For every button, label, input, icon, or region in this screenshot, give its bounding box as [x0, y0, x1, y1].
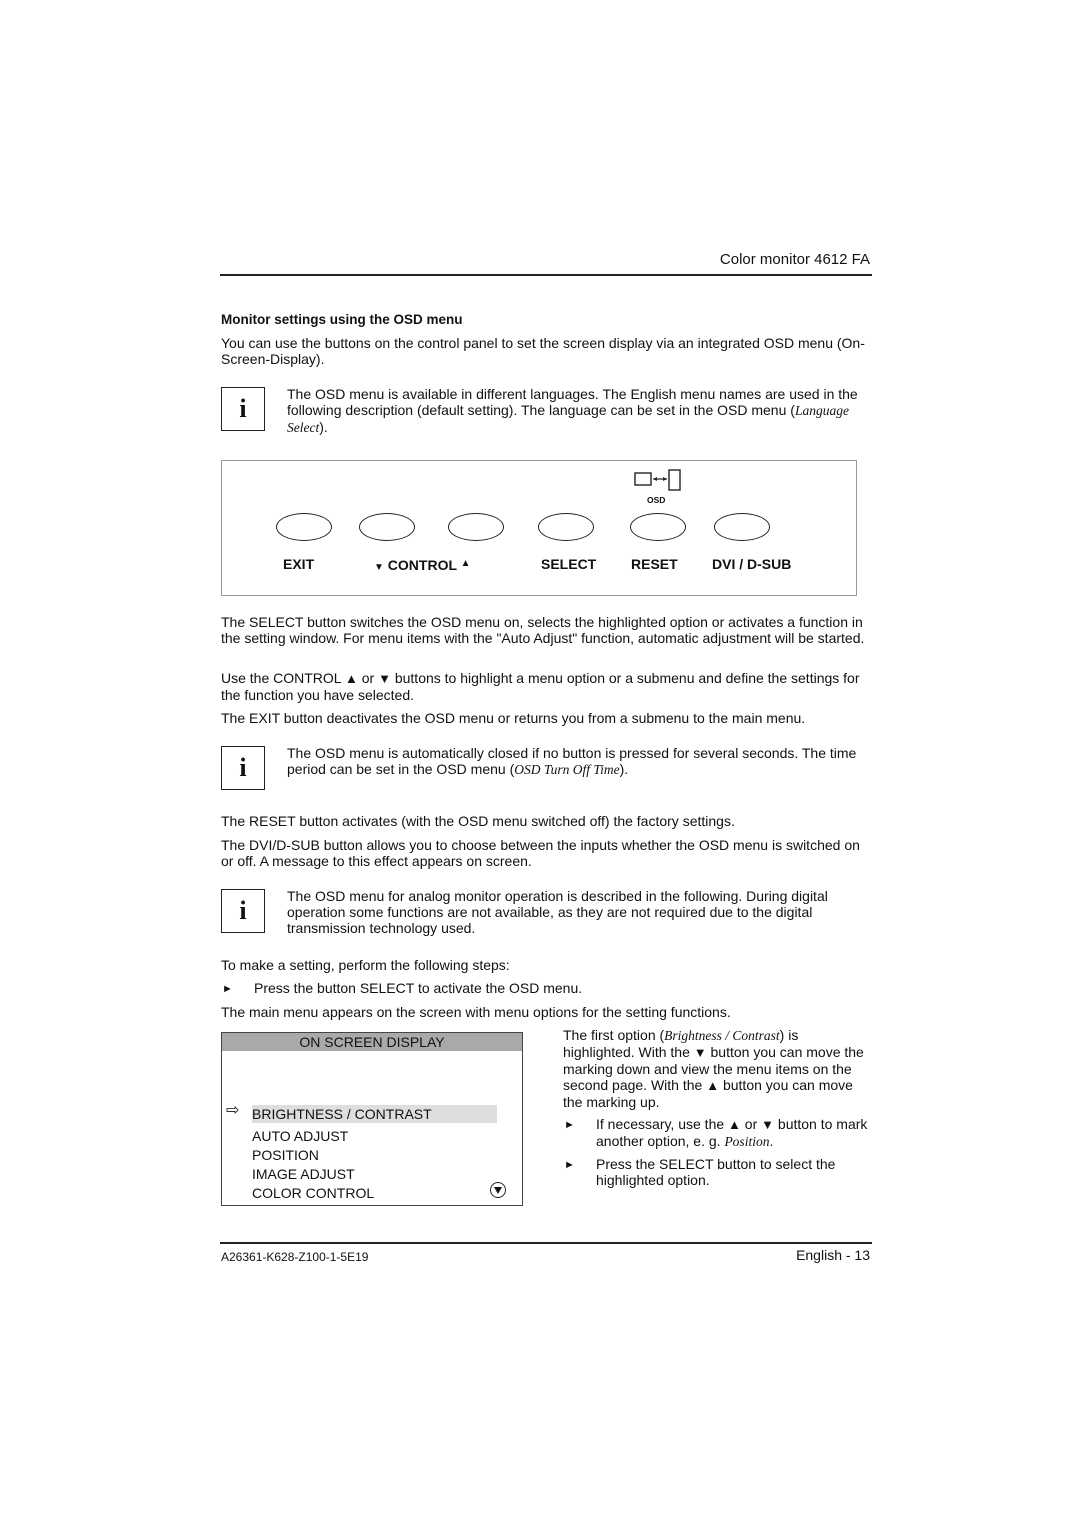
triangle-up-icon: ▲: [728, 1117, 741, 1132]
select-label: SELECT: [541, 556, 597, 572]
triangle-down-icon: ▼: [693, 1045, 707, 1060]
first-option-paragraph: The first option (Brightness / Contrast)…: [563, 1027, 864, 1110]
italic-position: Position: [724, 1134, 770, 1149]
bullet-icon: ►: [222, 983, 233, 995]
osd-item-color-control[interactable]: COLOR CONTROL: [252, 1184, 374, 1202]
control-label: ▼ CONTROL ▲: [374, 556, 471, 576]
control-paragraph: Use the CONTROL ▲ or ▼ buttons to highli…: [221, 670, 873, 703]
exit-label: EXIT: [283, 556, 315, 572]
info-icon: i: [221, 387, 265, 431]
running-header-title: Color monitor 4612 FA: [719, 251, 870, 268]
exit-button[interactable]: [276, 513, 332, 541]
osd-label: OSD: [647, 495, 666, 505]
section-heading: Monitor settings using the OSD menu: [221, 312, 463, 327]
select-paragraph: The SELECT button switches the OSD menu …: [221, 614, 865, 646]
select-button[interactable]: [538, 513, 594, 541]
bullet-icon: ►: [564, 1119, 575, 1131]
control-up-button[interactable]: [448, 513, 504, 541]
osd-menu-title: ON SCREEN DISPLAY: [222, 1033, 522, 1051]
control-text-b: or: [357, 670, 379, 686]
note-language: The OSD menu is available in different l…: [287, 386, 867, 436]
reset-label: RESET: [631, 556, 678, 572]
info-icon: i: [221, 746, 265, 790]
control-down-button[interactable]: [359, 513, 415, 541]
dvi-paragraph: The DVI/D-SUB button allows you to choos…: [221, 837, 860, 869]
note-tail: ).: [319, 419, 328, 435]
page-number: English - 13: [796, 1247, 870, 1263]
footer-rule: [220, 1242, 872, 1244]
step-1: Press the button SELECT to activate the …: [254, 980, 583, 996]
control-text: CONTROL: [387, 557, 457, 573]
header-rule: [220, 274, 872, 276]
steps-intro: To make a setting, perform the following…: [221, 957, 510, 973]
document-id: A26361-K628-Z100-1-5E19: [221, 1250, 369, 1264]
osd-item-position[interactable]: POSITION: [252, 1146, 319, 1164]
osd-item-image-adjust[interactable]: IMAGE ADJUST: [252, 1165, 355, 1183]
osd-main-menu: ON SCREEN DISPLAY ⇨ BRIGHTNESS / CONTRAS…: [221, 1032, 523, 1206]
osd-item-auto-adjust[interactable]: AUTO ADJUST: [252, 1127, 348, 1145]
triangle-up-icon: ▲: [460, 558, 471, 569]
osd-item-brightness-contrast[interactable]: BRIGHTNESS / CONTRAST: [252, 1105, 497, 1123]
triangle-down-icon: ▼: [378, 671, 391, 686]
note-turn-off: The OSD menu is automatically closed if …: [287, 745, 867, 778]
triangle-down-icon: ▼: [374, 562, 384, 573]
bullet-press-select: Press the SELECT button to select the hi…: [596, 1156, 836, 1188]
intro-paragraph: You can use the buttons on the control p…: [221, 335, 865, 367]
triangle-up-icon: ▲: [344, 671, 358, 686]
pointer-arrow-icon: ⇨: [226, 1102, 240, 1119]
info-icon: i: [221, 889, 265, 933]
scroll-down-icon[interactable]: [490, 1182, 506, 1198]
note-analog: The OSD menu for analog monitor operatio…: [287, 888, 828, 936]
triangle-up-icon: ▲: [706, 1078, 720, 1093]
reset-button[interactable]: [630, 513, 686, 541]
exit-paragraph: The EXIT button deactivates the OSD menu…: [221, 710, 806, 726]
reset-paragraph: The RESET button activates (with the OSD…: [221, 813, 735, 829]
note-italic: OSD Turn Off Time: [514, 762, 620, 777]
control-text-a: Use the CONTROL: [221, 670, 345, 686]
bullet-mark-option: If necessary, use the ▲ or ▼ button to m…: [596, 1116, 868, 1149]
note-tail: ).: [619, 761, 629, 777]
bullet-icon: ►: [564, 1159, 575, 1171]
control-panel-diagram: OSD EXIT ▼ CONTROL ▲ SELECT RESET DVI / …: [221, 460, 857, 596]
triangle-down-icon: ▼: [761, 1117, 775, 1132]
dvi-dsub-button[interactable]: [714, 513, 770, 541]
main-menu-paragraph: The main menu appears on the screen with…: [221, 1004, 731, 1020]
dvi-dsub-label: DVI / D-SUB: [712, 556, 792, 572]
italic-brightness-contrast: Brightness / Contrast: [664, 1028, 780, 1043]
note-text: The OSD menu is available in different l…: [287, 386, 858, 418]
